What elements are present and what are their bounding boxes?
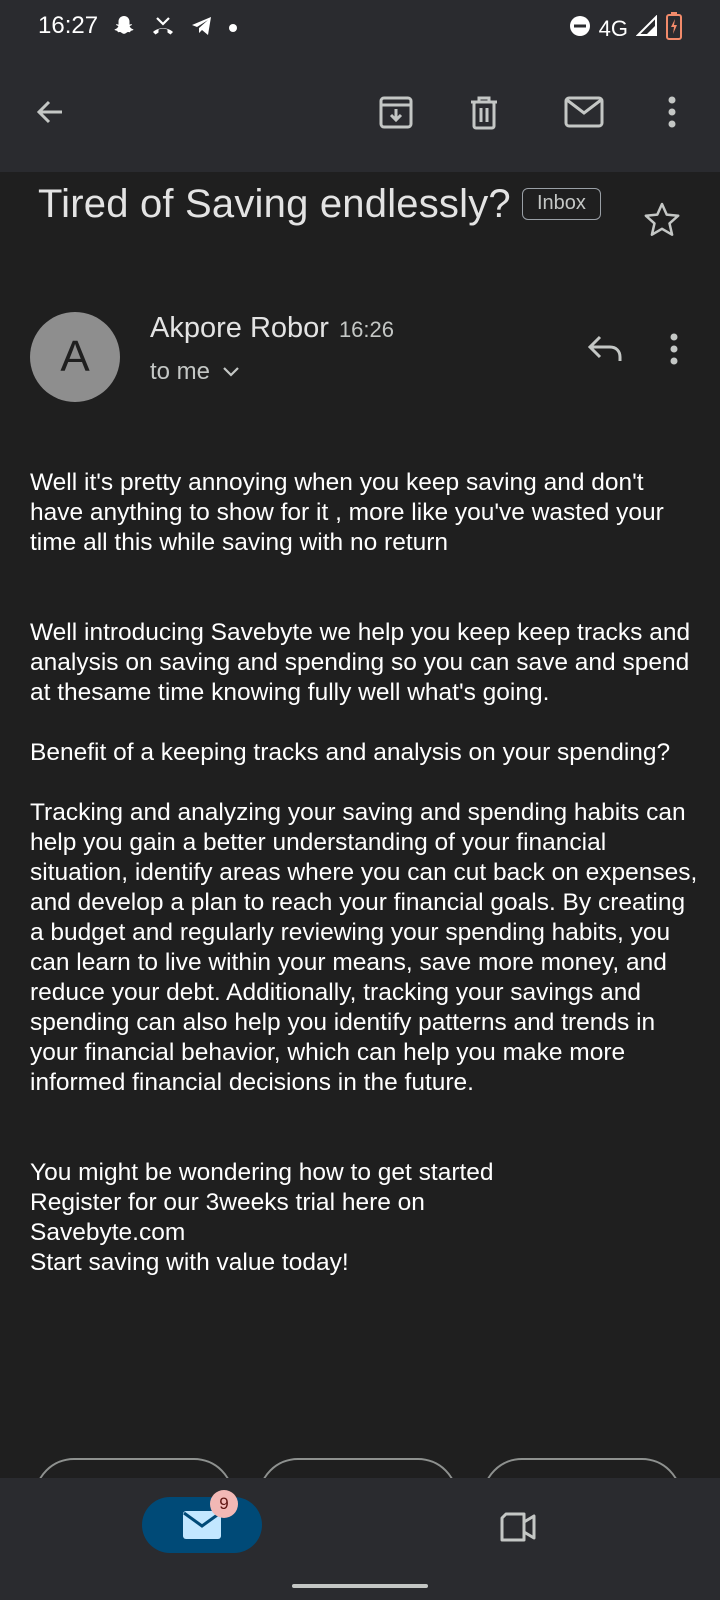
mark-unread-icon (564, 96, 604, 128)
reply-button[interactable] (580, 324, 630, 374)
recipient-toggle[interactable]: to me (150, 358, 240, 386)
archive-icon (379, 96, 413, 129)
bottom-navigation: 9 (0, 1478, 720, 1600)
email-body: Well it's pretty annoying when you keep … (30, 468, 700, 1278)
meet-tab[interactable] (490, 1503, 546, 1551)
sender-time: 16:26 (338, 317, 394, 342)
body-line: Savebyte.com (30, 1219, 186, 1246)
body-line: Start saving with value today! (30, 1249, 349, 1276)
signal-icon (635, 14, 658, 42)
more-vert-icon (670, 333, 678, 365)
reply-chip[interactable] (34, 1458, 234, 1478)
missed-call-icon (150, 14, 176, 43)
email-subject: Tired of Saving endlessly? (38, 182, 511, 226)
delete-icon (471, 96, 497, 130)
snapchat-icon (112, 14, 136, 43)
mail-tab[interactable] (142, 1497, 262, 1553)
body-line: Register for our 3weeks trial here on (30, 1189, 425, 1216)
status-left-icons (112, 14, 238, 43)
inbox-label-chip[interactable]: Inbox (522, 188, 601, 220)
unread-count-badge: 9 (210, 1490, 238, 1518)
subject-row: Tired of Saving endlessly? Inbox (38, 178, 700, 248)
do-not-disturb-icon (569, 15, 591, 42)
back-button[interactable] (22, 84, 78, 140)
home-indicator[interactable] (292, 1584, 428, 1588)
telegram-icon (190, 14, 214, 43)
network-type: 4G (598, 15, 628, 41)
mark-unread-button[interactable] (556, 84, 612, 140)
sender-name[interactable]: Akpore Robor (150, 312, 329, 344)
star-button[interactable] (640, 198, 684, 242)
video-call-icon (500, 1512, 536, 1542)
reply-icon (587, 335, 622, 361)
reply-all-chip[interactable] (258, 1458, 458, 1478)
recipient-text: to me (150, 358, 211, 385)
status-right-icons: 4G (569, 12, 682, 45)
sender-name-line: Akpore Robor 16:26 (150, 312, 394, 345)
body-paragraph-2: Well introducing Savebyte we help you ke… (30, 619, 691, 706)
sender-row: A Akpore Robor 16:26 to me (30, 312, 700, 404)
action-chips-row (0, 1458, 720, 1478)
more-options-button[interactable] (644, 84, 700, 140)
body-line: You might be wondering how to get starte… (30, 1159, 494, 1186)
dot-icon (228, 20, 238, 38)
delete-button[interactable] (456, 84, 512, 140)
battery-low-icon (666, 12, 682, 45)
chevron-down-icon (223, 367, 239, 377)
forward-chip[interactable] (482, 1458, 682, 1478)
status-bar: 16:27 4G (0, 0, 720, 54)
archive-button[interactable] (368, 84, 424, 140)
more-vert-icon (668, 96, 676, 128)
body-paragraph-4: Tracking and analyzing your saving and s… (30, 799, 698, 1096)
email-toolbar (0, 54, 720, 172)
sender-more-button[interactable] (654, 324, 694, 374)
body-paragraph-3: Benefit of a keeping tracks and analysis… (30, 739, 671, 766)
status-time: 16:27 (38, 12, 99, 39)
avatar[interactable]: A (30, 312, 120, 402)
star-icon (644, 202, 680, 236)
body-paragraph-1: Well it's pretty annoying when you keep … (30, 469, 664, 556)
back-arrow-icon (36, 100, 62, 124)
